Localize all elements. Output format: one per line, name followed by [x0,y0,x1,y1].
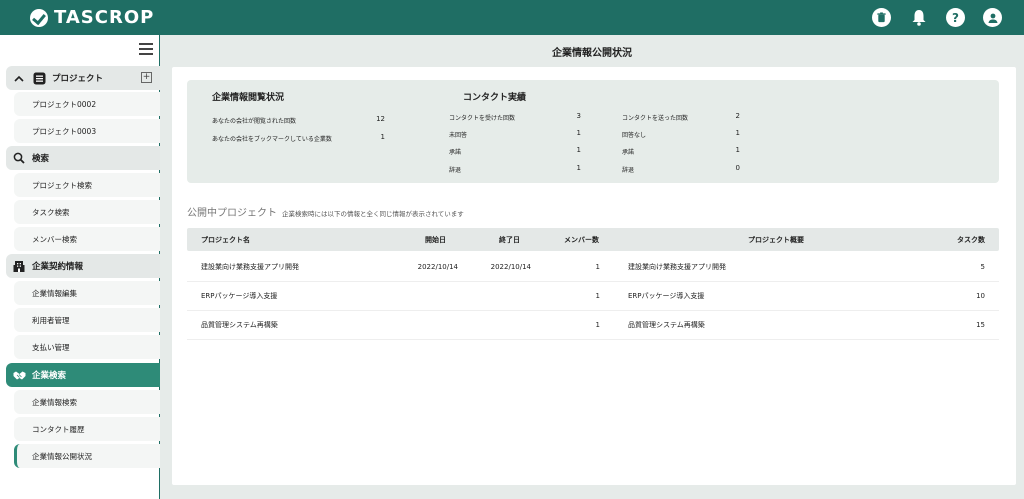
public-projects-title: 公開中プロジェクト [187,208,277,219]
column-header-project-summary[interactable]: プロジェクト概要 [748,228,804,251]
sidebar-item-company-publish-status[interactable]: 企業情報公開状況 [14,444,160,468]
sidebar-item-payment-management[interactable]: 支払い管理 [14,335,160,359]
received-declined-value: 1 [576,164,581,172]
member-count-cell: 1 [595,263,600,271]
received-declined-label: 辞退 [449,167,462,174]
app-logo[interactable]: TASCROP [30,7,154,28]
column-header-member-count[interactable]: メンバー数 [564,228,599,251]
sent-declined-value: 0 [735,164,740,172]
sent-accepted-label: 承諾 [622,149,635,156]
bookmark-count-value: 1 [380,133,385,141]
sidebar-item-project-0003[interactable]: プロジェクト0003 [14,119,160,143]
building-icon [12,259,26,273]
sidebar-item-project-0002[interactable]: プロジェクト0002 [14,92,160,116]
start-date-cell: 2022/10/14 [417,263,458,271]
search-icon [12,151,26,165]
public-projects-header: 公開中プロジェクト 企業検索時には以下の情報と全く同じ情報が表示されています [187,204,464,219]
sidebar-head-label: 検索 [32,154,50,164]
sidebar-item-contact-history[interactable]: コンタクト履歴 [14,417,160,441]
start-date-cell [407,311,458,339]
project-name-cell: 建設業向け業務支援アプリ開発 [201,263,299,271]
add-project-icon[interactable]: + [141,72,152,83]
task-count-cell: 5 [980,263,985,271]
sidebar-head-project[interactable]: プロジェクト + [6,66,160,90]
table-row[interactable]: 建設業向け業務支援アプリ開発 2022/10/14 2022/10/14 1 建… [187,253,999,282]
stats-panel: 企業情報閲覧状況 あなたの会社が閲覧された回数 12 あなたの会社をブックマーク… [187,80,999,183]
task-count-cell: 15 [976,321,985,329]
task-count-cell: 10 [976,292,985,300]
page-title: 企業情報公開状況 [552,48,632,59]
project-summary-cell: 建設業向け業務支援アプリ開発 [628,263,726,271]
column-header-end-date[interactable]: 終了日 [499,228,520,251]
sidebar-head-label: プロジェクト [52,74,104,84]
sidebar-item-member-search[interactable]: メンバー検索 [14,227,160,251]
project-list-icon [32,71,46,85]
end-date-cell: 2022/10/14 [490,263,531,271]
received-accepted-value: 1 [576,146,581,154]
chevron-up-icon[interactable] [12,71,26,85]
sidebar-head-label: 企業検索 [32,371,67,381]
view-count-label: あなたの会社が閲覧された回数 [212,118,297,125]
trash-icon[interactable] [872,8,891,27]
help-glyph: ? [952,10,959,25]
sidebar-item-user-management[interactable]: 利用者管理 [14,308,160,332]
project-summary-cell: ERPパッケージ導入支援 [628,292,705,300]
end-date-cell [480,311,531,339]
bookmark-count-label: あなたの会社をブックマークしている企業数 [212,136,332,143]
member-count-cell: 1 [595,292,600,300]
sidebar-item-project-search[interactable]: プロジェクト検索 [14,173,160,197]
top-bar: TASCROP ? [0,0,1024,35]
main-card: 企業情報閲覧状況 あなたの会社が閲覧された回数 12 あなたの会社をブックマーク… [172,67,1016,485]
view-stats-title: 企業情報閲覧状況 [212,93,285,103]
sent-contacts-value: 2 [735,112,740,120]
table-header: プロジェクト名 開始日 終了日 メンバー数 プロジェクト概要 タスク数 [187,228,999,251]
public-projects-note: 企業検索時には以下の情報と全く同じ情報が表示されています [282,210,464,218]
logo-text: TASCROP [54,7,155,28]
view-count-value: 12 [376,115,385,123]
sidebar-head-contract[interactable]: 企業契約情報 [6,254,160,278]
end-date-cell [480,282,531,310]
sent-declined-label: 辞退 [622,167,635,174]
table-row[interactable]: ERPパッケージ導入支援 1 ERPパッケージ導入支援 10 [187,282,999,311]
sidebar: プロジェクト + プロジェクト0002 プロジェクト0003 検索 プロジェクト… [0,35,160,499]
sidebar-item-company-info-search[interactable]: 企業情報検索 [14,390,160,414]
received-accepted-label: 承諾 [449,149,462,156]
column-header-task-count[interactable]: タスク数 [927,228,985,251]
received-contacts-label: コンタクトを受けた回数 [449,115,516,122]
project-summary-cell: 品質管理システム再構築 [628,321,705,329]
sidebar-item-task-search[interactable]: タスク検索 [14,200,160,224]
column-header-project-name[interactable]: プロジェクト名 [201,228,250,251]
sent-contacts-label: コンタクトを送った回数 [622,115,689,122]
user-icon[interactable] [983,8,1002,27]
handshake-icon [12,368,26,382]
unanswered-value: 1 [576,129,581,137]
table-row[interactable]: 品質管理システム再構築 1 品質管理システム再構築 15 [187,311,999,340]
sidebar-item-company-edit[interactable]: 企業情報編集 [14,281,160,305]
no-response-label: 回答なし [622,132,647,139]
project-name-cell: ERPパッケージ導入支援 [201,292,278,300]
hamburger-menu-icon[interactable] [139,43,153,58]
logo-check-icon [30,8,48,27]
unanswered-label: 未回答 [449,132,468,139]
member-count-cell: 1 [595,321,600,329]
no-response-value: 1 [735,129,740,137]
project-name-cell: 品質管理システム再構築 [201,321,278,329]
received-contacts-value: 3 [576,112,581,120]
column-header-start-date[interactable]: 開始日 [425,228,446,251]
bell-icon[interactable] [909,8,928,27]
sidebar-head-search[interactable]: 検索 [6,146,160,170]
help-icon[interactable]: ? [946,8,965,27]
sidebar-head-label: 企業契約情報 [32,262,84,272]
contact-stats-title: コンタクト実績 [463,93,527,103]
start-date-cell [407,282,458,310]
sent-accepted-value: 1 [735,146,740,154]
sidebar-head-company-search[interactable]: 企業検索 [6,363,160,387]
